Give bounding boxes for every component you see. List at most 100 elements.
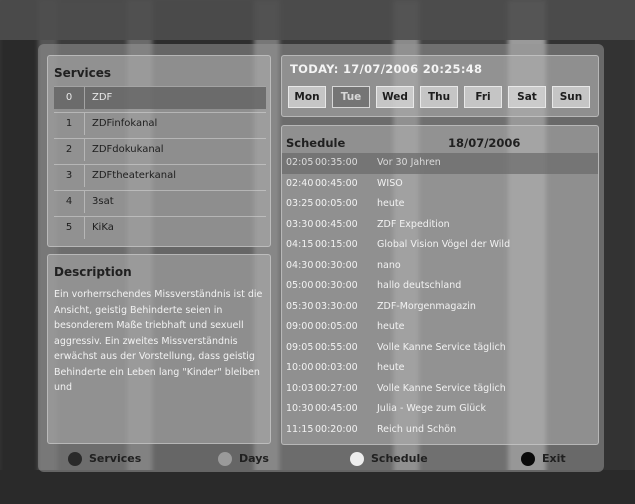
schedule-duration: 00:27:00 xyxy=(315,382,358,394)
day-tab-wed[interactable]: Wed xyxy=(376,86,414,108)
schedule-programme-title: Reich und Schön xyxy=(377,423,457,435)
schedule-start-time: 10:03 xyxy=(286,382,314,394)
schedule-programme-title: Julia - Wege zum Glück xyxy=(377,403,486,414)
schedule-duration: 00:45:00 xyxy=(315,218,358,230)
schedule-start-time: 05:30 xyxy=(286,300,314,312)
schedule-row[interactable]: 03:30 00:45:00 ZDF Expedition xyxy=(282,215,598,236)
schedule-start-time: 04:15 xyxy=(286,239,314,250)
schedule-duration: 03:30:00 xyxy=(315,300,358,312)
schedule-duration: 00:05:00 xyxy=(315,321,358,332)
description-title: Description xyxy=(54,265,132,279)
schedule-programme-title: WISO xyxy=(377,177,403,189)
service-number: 0 xyxy=(54,87,85,109)
schedule-row[interactable]: 04:30 00:30:00 nano xyxy=(282,256,598,277)
schedule-row[interactable]: 10:30 00:45:00 Julia - Wege zum Glück xyxy=(282,399,598,420)
schedule-programme-title: heute xyxy=(377,198,405,209)
schedule-start-time: 02:05 xyxy=(286,157,314,168)
schedule-row[interactable]: 05:30 03:30:00 ZDF-Morgenmagazin xyxy=(282,297,598,318)
schedule-duration: 00:03:00 xyxy=(315,362,358,373)
service-number: 4 xyxy=(54,191,85,213)
footer-schedule-label: Schedule xyxy=(371,452,428,465)
schedule-start-time: 03:25 xyxy=(286,198,314,209)
schedule-programme-title: Volle Kanne Service täglich xyxy=(377,382,506,394)
background-video-top xyxy=(0,0,635,40)
schedule-start-time: 09:00 xyxy=(286,321,314,332)
schedule-duration: 00:35:00 xyxy=(315,157,358,168)
schedule-row[interactable]: 02:40 00:45:00 WISO xyxy=(282,174,598,195)
green-button-icon xyxy=(218,452,232,466)
schedule-start-time: 10:00 xyxy=(286,362,314,373)
service-number: 2 xyxy=(54,139,85,161)
schedule-row[interactable]: 10:00 00:03:00 heute xyxy=(282,358,598,379)
service-name: ZDFdokukanal xyxy=(92,144,164,155)
schedule-row[interactable]: 09:00 00:05:00 heute xyxy=(282,317,598,338)
schedule-programme-title: ZDF-Morgenmagazin xyxy=(377,300,476,312)
schedule-duration: 00:30:00 xyxy=(315,259,358,271)
schedule-title: Schedule xyxy=(286,136,346,150)
schedule-row[interactable]: 03:25 00:05:00 heute xyxy=(282,194,598,215)
schedule-programme-title: heute xyxy=(377,362,405,373)
day-tab-tue[interactable]: Tue xyxy=(332,86,370,108)
schedule-row[interactable]: 05:00 00:30:00 hallo deutschland xyxy=(282,276,598,297)
today-panel: TODAY: 17/07/2006 20:25:48 Mon Tue Wed T… xyxy=(281,55,599,117)
current-datetime: TODAY: 17/07/2006 20:25:48 xyxy=(290,62,483,76)
schedule-date: 18/07/2006 xyxy=(448,136,521,150)
schedule-programme-title: ZDF Expedition xyxy=(377,218,450,230)
services-title: Services xyxy=(54,66,112,80)
service-name: ZDFtheaterkanal xyxy=(92,170,177,181)
service-row-zdftheaterkanal[interactable]: 3 ZDFtheaterkanal xyxy=(54,164,266,187)
services-panel: Services 0 ZDF 1 ZDFinfokanal 2 ZDFdokuk… xyxy=(47,55,271,247)
schedule-start-time: 10:30 xyxy=(286,403,314,414)
schedule-programme-title: nano xyxy=(377,259,401,271)
schedule-start-time: 11:15 xyxy=(286,423,314,435)
schedule-duration: 00:30:00 xyxy=(315,280,358,291)
service-number: 5 xyxy=(54,217,85,239)
service-row-zdfinfokanal[interactable]: 1 ZDFinfokanal xyxy=(54,112,266,135)
day-tab-sat[interactable]: Sat xyxy=(508,86,546,108)
schedule-duration: 00:05:00 xyxy=(315,198,358,209)
schedule-row[interactable]: 04:15 00:15:00 Global Vision Vögel der Wil… xyxy=(282,235,598,256)
service-row-zdf[interactable]: 0 ZDF xyxy=(54,86,266,109)
schedule-duration: 00:15:00 xyxy=(315,239,358,250)
schedule-row[interactable]: 09:05 00:55:00 Volle Kanne Service täglich xyxy=(282,338,598,359)
service-name: ZDF xyxy=(92,92,113,103)
schedule-start-time: 09:05 xyxy=(286,341,314,353)
service-row-3sat[interactable]: 4 3sat xyxy=(54,190,266,213)
schedule-start-time: 04:30 xyxy=(286,259,314,271)
schedule-list: 02:05 00:35:00 Vor 30 Jahren 02:40 00:45:00 W… xyxy=(282,153,598,440)
schedule-row[interactable]: 10:03 00:27:00 Volle Kanne Service täglich xyxy=(282,379,598,400)
footer-services-label: Services xyxy=(89,452,142,465)
schedule-panel: Schedule 18/07/2006 02:05 00:35:00 Vor 30 … xyxy=(281,125,599,445)
service-number: 3 xyxy=(54,165,85,187)
schedule-start-time: 05:00 xyxy=(286,280,314,291)
description-panel: Description Ein vorherrschendes Missvers… xyxy=(47,254,271,444)
description-text: Ein vorherrschendes Missverständnis ist … xyxy=(54,289,263,393)
service-row-kika[interactable]: 5 KiKa xyxy=(54,216,266,239)
footer-exit-label: Exit xyxy=(542,452,566,465)
schedule-programme-title: Volle Kanne Service täglich xyxy=(377,341,506,353)
schedule-programme-title: heute xyxy=(377,321,405,332)
schedule-start-time: 03:30 xyxy=(286,218,314,230)
schedule-start-time: 02:40 xyxy=(286,177,314,189)
background-video-bottom xyxy=(0,470,635,504)
service-row-zdfdokukanal[interactable]: 2 ZDFdokukanal xyxy=(54,138,266,161)
day-tab-sun[interactable]: Sun xyxy=(552,86,590,108)
day-tab-fri[interactable]: Fri xyxy=(464,86,502,108)
schedule-duration: 00:45:00 xyxy=(315,403,358,414)
blue-button-icon xyxy=(521,452,535,466)
schedule-duration: 00:55:00 xyxy=(315,341,358,353)
schedule-row[interactable]: 11:15 00:20:00 Reich und Schön xyxy=(282,420,598,441)
service-name: 3sat xyxy=(92,196,114,207)
footer-days-label: Days xyxy=(239,452,269,465)
service-number: 1 xyxy=(54,113,85,135)
yellow-button-icon xyxy=(350,452,364,466)
schedule-programme-title: Global Vision Vögel der Wild xyxy=(377,239,511,250)
day-tab-mon[interactable]: Mon xyxy=(288,86,326,108)
day-tab-thu[interactable]: Thu xyxy=(420,86,458,108)
schedule-row[interactable]: 02:05 00:35:00 Vor 30 Jahren xyxy=(282,153,598,174)
schedule-programme-title: Vor 30 Jahren xyxy=(377,157,441,168)
service-name: ZDFinfokanal xyxy=(92,118,158,129)
red-button-icon xyxy=(68,452,82,466)
service-name: KiKa xyxy=(92,222,114,233)
schedule-duration: 00:20:00 xyxy=(315,423,358,435)
